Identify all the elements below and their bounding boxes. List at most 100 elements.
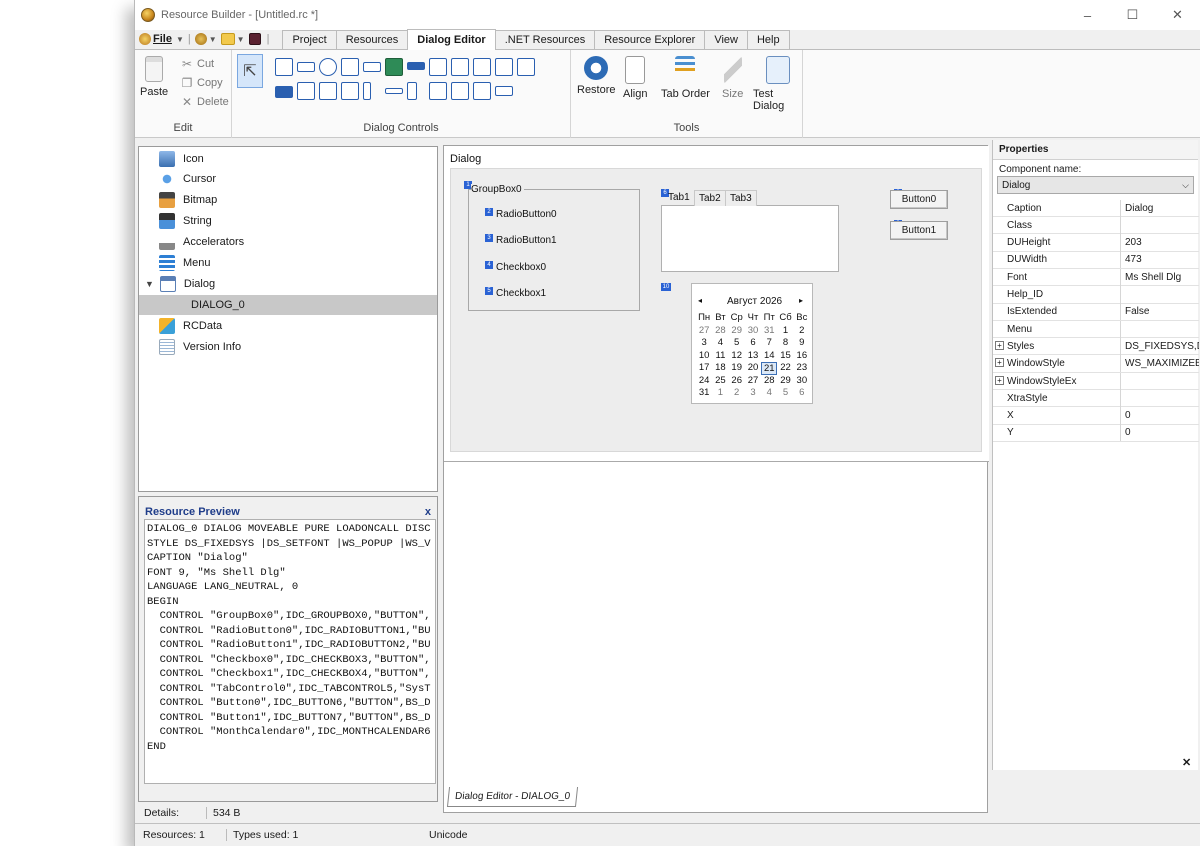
calendar-day[interactable]: 27 <box>696 325 712 338</box>
property-value[interactable]: 0 <box>1121 427 1199 438</box>
dialog-tab-3[interactable]: Tab3 <box>725 190 757 206</box>
tree-item-dialog[interactable]: ▼ Dialog <box>139 274 437 294</box>
close-button[interactable]: ✕ <box>1155 0 1200 30</box>
tab-order-button[interactable]: Tab Order <box>661 56 710 100</box>
tree-item-bitmap[interactable]: Bitmap <box>139 190 437 210</box>
calendar-day[interactable]: 1 <box>777 325 793 338</box>
calendar-day[interactable]: 9 <box>794 337 810 350</box>
property-row[interactable]: Font Ms Shell Dlg <box>993 268 1199 287</box>
calendar-day[interactable]: 6 <box>794 387 810 400</box>
resource-preview-code[interactable]: DIALOG_0 DIALOG MOVEABLE PURE LOADONCALL… <box>144 519 436 784</box>
restore-button[interactable]: Restore <box>577 56 616 96</box>
dialog-preview[interactable]: Dialog 1 GroupBox0 2 RadioButton0 3 Radi… <box>444 146 989 462</box>
calendar-day[interactable]: 3 <box>696 337 712 350</box>
property-row[interactable]: Y0 <box>993 424 1199 442</box>
tree-item-menu[interactable]: Menu <box>139 253 437 273</box>
expand-icon[interactable]: + <box>995 340 1004 350</box>
spinner-tool-icon[interactable] <box>407 82 417 100</box>
property-row[interactable]: Class <box>993 216 1199 235</box>
edit-box-tool-icon[interactable] <box>297 62 315 72</box>
tab-project[interactable]: Project <box>282 30 337 49</box>
calendar-day[interactable]: 6 <box>745 337 761 350</box>
radio-button-0[interactable]: RadioButton0 <box>496 209 557 220</box>
property-row[interactable]: DUHeight 203 <box>993 234 1199 252</box>
scrollbar-tool-icon[interactable] <box>363 82 371 100</box>
copy-button[interactable]: ❐ Copy <box>181 77 223 89</box>
cut-button[interactable]: ✂ Cut <box>181 58 214 70</box>
property-row[interactable]: + WindowStyleEx <box>993 372 1199 390</box>
minimize-button[interactable]: – <box>1065 0 1110 30</box>
tree-item-icon[interactable]: Icon <box>139 149 437 169</box>
calendar-day[interactable]: 27 <box>745 375 761 388</box>
list-view-tool-icon[interactable] <box>429 82 447 100</box>
property-row[interactable]: Caption Dialog <box>993 199 1199 217</box>
calendar-day[interactable]: 2 <box>794 325 810 338</box>
tree-item-cursor[interactable]: Cursor <box>139 169 437 189</box>
close-icon[interactable]: x <box>425 506 431 518</box>
hotkey-tool-icon[interactable] <box>495 86 513 96</box>
slider-tool-icon[interactable] <box>385 88 403 94</box>
calendar-day[interactable]: 19 <box>729 362 745 375</box>
property-row[interactable]: Help_ID <box>993 286 1199 304</box>
calendar-prev-icon[interactable]: ◂ <box>698 296 702 305</box>
file-menu[interactable]: File <box>153 33 172 45</box>
property-row[interactable]: DUWidth 473 <box>993 251 1199 269</box>
property-row[interactable]: +StylesDS_FIXEDSYS,DS_S <box>993 337 1199 356</box>
maximize-button[interactable]: ☐ <box>1110 0 1155 30</box>
expand-icon[interactable]: + <box>995 358 1004 368</box>
dialog-tab-1[interactable]: Tab1 <box>668 192 690 203</box>
size-button[interactable]: Size <box>722 56 743 100</box>
calendar-day[interactable]: 13 <box>745 350 761 363</box>
tab-resources[interactable]: Resources <box>335 30 409 49</box>
tab-net-resources[interactable]: .NET Resources <box>494 30 596 49</box>
property-row[interactable]: Menu <box>993 320 1199 339</box>
component-name-select[interactable]: Dialog ⌵ <box>997 176 1194 194</box>
calendar-day[interactable]: 3 <box>745 387 761 400</box>
dialog-editor-canvas[interactable]: Dialog 1 GroupBox0 2 RadioButton0 3 Radi… <box>443 145 989 813</box>
help-tool-icon[interactable] <box>517 58 535 76</box>
tab-control-tool-icon[interactable] <box>451 58 469 76</box>
calendar-day[interactable]: 18 <box>712 362 728 375</box>
calendar-day[interactable]: 26 <box>729 375 745 388</box>
new-resource-icon[interactable] <box>194 33 207 45</box>
static-text-tool-icon[interactable] <box>275 58 293 76</box>
calendar-day[interactable]: 30 <box>794 375 810 388</box>
calendar-day[interactable]: 10 <box>696 350 712 363</box>
expand-icon[interactable]: + <box>995 375 1004 385</box>
calendar-day[interactable]: 14 <box>761 350 777 363</box>
align-button[interactable]: Align <box>623 56 647 100</box>
calendar-day[interactable]: 28 <box>712 325 728 338</box>
tab-help[interactable]: Help <box>746 30 790 49</box>
calendar-day[interactable]: 5 <box>777 387 793 400</box>
calendar-day[interactable]: 12 <box>729 350 745 363</box>
property-value[interactable]: 0 <box>1121 410 1199 421</box>
save-icon[interactable] <box>248 33 261 45</box>
chevron-down-icon[interactable]: ▼ <box>145 279 154 289</box>
dialog-client-area[interactable]: 1 GroupBox0 2 RadioButton0 3 RadioButton… <box>450 168 982 452</box>
month-calendar-control[interactable]: ◂ Август 2026 ▸ Пн Вт Ср Чт Пт Сб Вс 27 28 29 30 31… <box>691 283 813 404</box>
paste-button[interactable]: Paste <box>140 56 168 98</box>
tab-control-body[interactable] <box>661 205 839 272</box>
test-dialog-button[interactable]: Test Dialog <box>753 56 802 112</box>
tree-item-string[interactable]: String <box>139 211 437 231</box>
property-value[interactable]: WS_MAXIMIZEBOX <box>1121 358 1199 369</box>
progress-tool-icon[interactable] <box>407 62 425 70</box>
groupbox-control[interactable] <box>468 189 640 311</box>
calendar-day[interactable]: 8 <box>777 337 793 350</box>
property-value[interactable]: Ms Shell Dlg <box>1121 272 1199 283</box>
property-row[interactable]: +WindowStyleWS_MAXIMIZEBOX <box>993 355 1199 373</box>
calendar-day[interactable]: 4 <box>712 337 728 350</box>
calendar-month-title[interactable]: Август 2026 <box>727 296 782 307</box>
tree-item-dialog-0[interactable]: DIALOG_0 <box>139 295 437 315</box>
calendar-day[interactable]: 2 <box>729 387 745 400</box>
property-row[interactable]: IsExtended False <box>993 303 1199 321</box>
checkbox-tool-icon[interactable] <box>297 82 315 100</box>
dialog-button-1[interactable]: Button1 <box>890 221 948 240</box>
checkbox-0[interactable]: Checkbox0 <box>496 262 546 273</box>
radio-button-tool-icon[interactable] <box>319 58 337 76</box>
tab-dialog-editor[interactable]: Dialog Editor <box>407 29 496 50</box>
calendar-tool-icon[interactable] <box>495 58 513 76</box>
calendar-day[interactable]: 17 <box>696 362 712 375</box>
tree-item-rcdata[interactable]: RCData <box>139 316 437 336</box>
calendar-day[interactable]: 7 <box>761 337 777 350</box>
